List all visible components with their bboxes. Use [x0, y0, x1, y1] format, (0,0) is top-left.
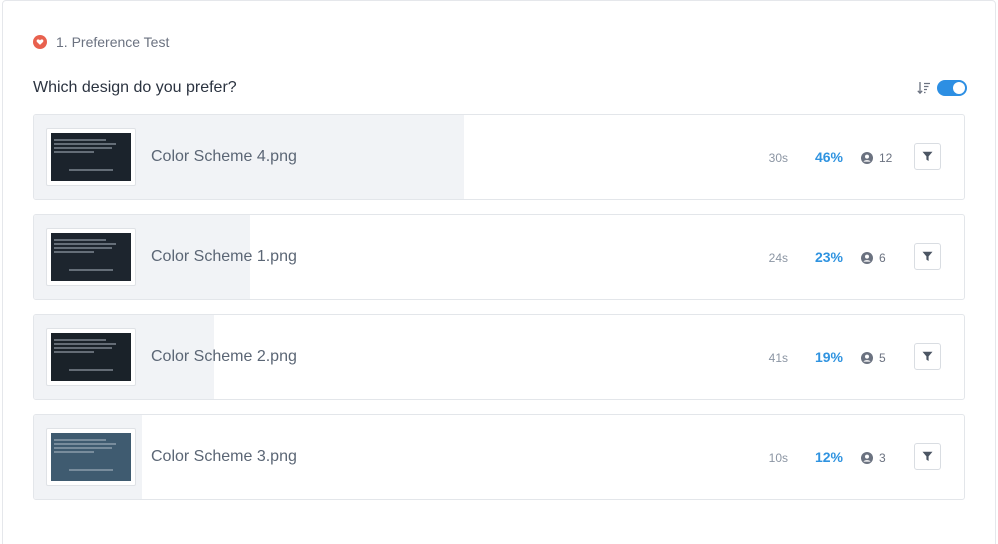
- percentage: 46%: [814, 149, 843, 165]
- option-row[interactable]: Color Scheme 4.png 30s 46% 12: [33, 114, 965, 200]
- participants: 6: [861, 251, 886, 265]
- percentage: 12%: [814, 449, 843, 465]
- option-row[interactable]: Color Scheme 1.png 24s 23% 6: [33, 214, 965, 300]
- sort-icon[interactable]: [917, 80, 931, 96]
- thumbnail-image: [51, 133, 131, 181]
- user-icon: [861, 152, 873, 164]
- user-icon: [861, 452, 873, 464]
- time-spent: 10s: [768, 451, 788, 465]
- option-row[interactable]: Color Scheme 2.png 41s 19% 5: [33, 314, 965, 400]
- thumbnail-image: [51, 333, 131, 381]
- percentage: 23%: [814, 249, 843, 265]
- thumbnail[interactable]: [46, 228, 136, 286]
- heart-icon: [33, 35, 47, 49]
- participant-count: 5: [879, 351, 886, 365]
- filter-icon: [922, 351, 933, 361]
- result-controls: [917, 80, 967, 96]
- participant-count: 3: [879, 451, 886, 465]
- section-title: 1. Preference Test: [56, 34, 170, 50]
- filter-icon: [922, 251, 933, 261]
- user-icon: [861, 352, 873, 364]
- option-row[interactable]: Color Scheme 3.png 10s 12% 3: [33, 414, 965, 500]
- percentage: 19%: [814, 349, 843, 365]
- thumbnail-image: [51, 433, 131, 481]
- user-icon: [861, 252, 873, 264]
- participant-count: 12: [879, 151, 893, 165]
- time-spent: 41s: [768, 351, 788, 365]
- option-name: Color Scheme 4.png: [151, 148, 297, 165]
- participants: 12: [861, 151, 892, 165]
- filter-button[interactable]: [914, 443, 941, 470]
- time-spent: 24s: [768, 251, 788, 265]
- filter-icon: [922, 151, 933, 161]
- participants: 5: [861, 351, 886, 365]
- thumbnail[interactable]: [46, 128, 136, 186]
- filter-icon: [922, 451, 933, 461]
- question-title: Which design do you prefer?: [33, 79, 237, 96]
- filter-button[interactable]: [914, 343, 941, 370]
- participant-count: 6: [879, 251, 886, 265]
- option-name: Color Scheme 1.png: [151, 248, 297, 265]
- toggle-knob: [953, 82, 965, 94]
- thumbnail[interactable]: [46, 328, 136, 386]
- thumbnail[interactable]: [46, 428, 136, 486]
- option-name: Color Scheme 2.png: [151, 348, 297, 365]
- filter-button[interactable]: [914, 243, 941, 270]
- section-header: 1. Preference Test: [33, 34, 169, 50]
- participants: 3: [861, 451, 886, 465]
- filter-button[interactable]: [914, 143, 941, 170]
- thumbnail-image: [51, 233, 131, 281]
- option-name: Color Scheme 3.png: [151, 448, 297, 465]
- toggle-switch[interactable]: [937, 80, 967, 96]
- time-spent: 30s: [768, 151, 788, 165]
